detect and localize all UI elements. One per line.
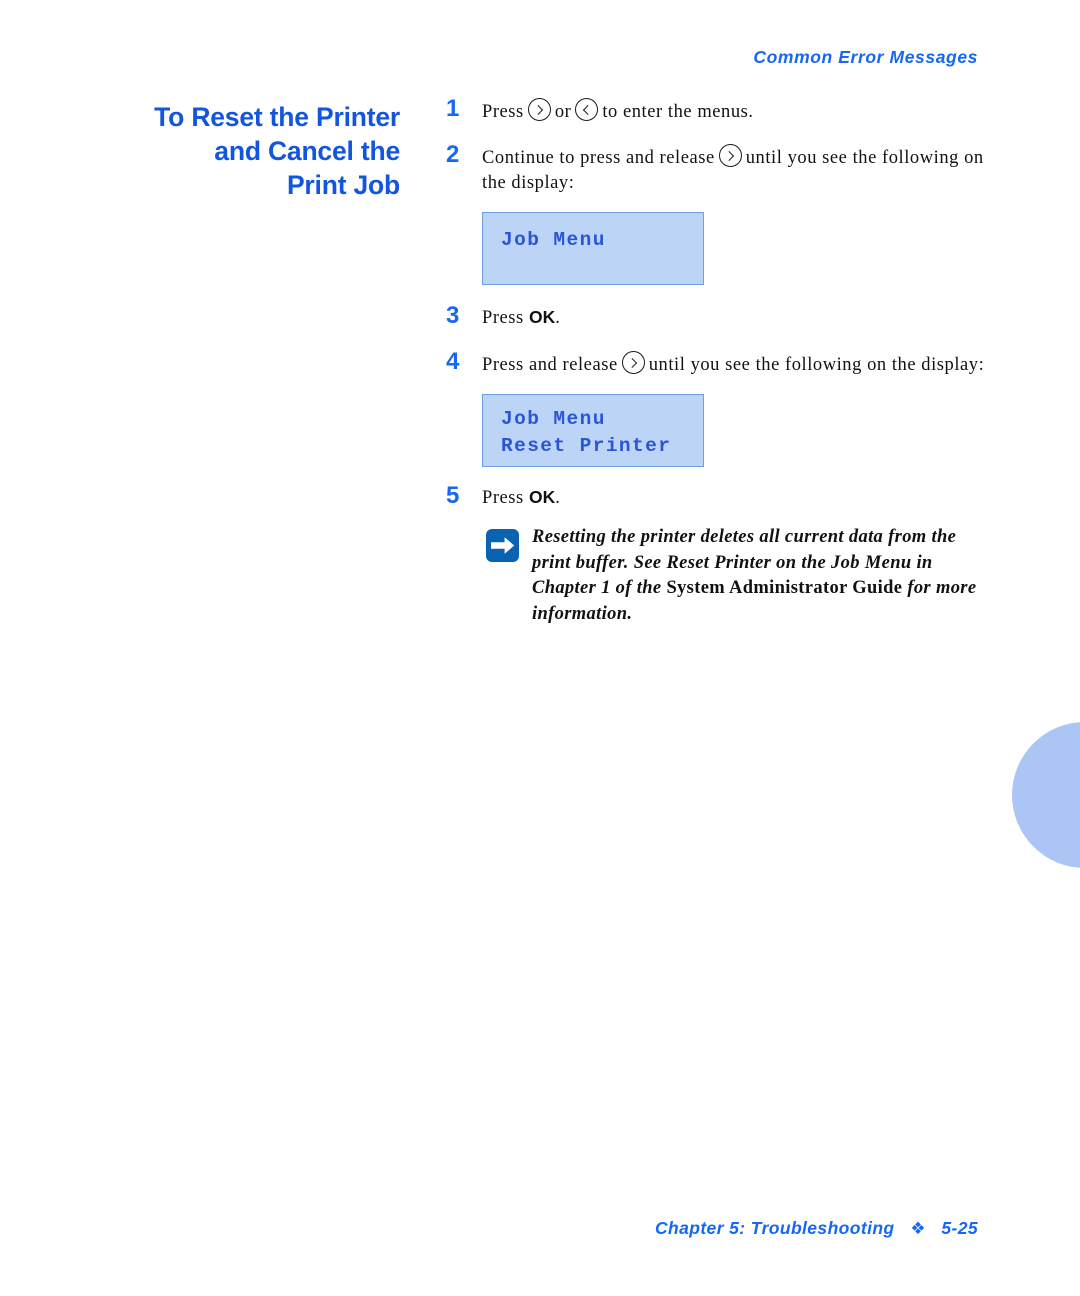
note-callout: Resetting the printer deletes all curren… <box>486 525 986 627</box>
step-text-after: until you see the following on the displ… <box>648 355 985 375</box>
procedure-step: 1 Press or to enter the menus. <box>446 96 986 125</box>
procedure-step: 3 Press OK. <box>446 303 986 331</box>
page-title-line-2: and Cancel the <box>214 136 400 166</box>
step-number: 3 <box>446 302 460 329</box>
diamond-separator-icon: ❖ <box>910 1219 926 1238</box>
step-text-before: Press and release <box>482 355 618 375</box>
side-tab-marker <box>1012 722 1080 868</box>
chevron-right-circle-icon <box>621 351 645 374</box>
step-number: 4 <box>446 348 460 375</box>
footer-chapter: Chapter 5: Troubleshooting <box>654 1218 895 1238</box>
procedure-step: 5 Press OK. <box>446 483 986 511</box>
step-number: 2 <box>446 141 460 168</box>
step-number: 1 <box>446 95 460 122</box>
procedure-step: 4 Press and release until you see the fol… <box>446 349 986 378</box>
step-text: Press and release until you see the follo… <box>482 349 986 378</box>
step-text: Continue to press and release until you s… <box>482 142 986 196</box>
chevron-left-circle-icon <box>575 98 599 121</box>
step-key-label: OK <box>529 487 556 507</box>
step-text: Press or to enter the menus. <box>482 96 986 125</box>
step-text: Press OK. <box>482 303 986 331</box>
page-title: To Reset the Printer and Cancel the Prin… <box>60 100 400 202</box>
chevron-right-circle-icon <box>718 144 742 167</box>
lcd-line-1: Job Menu <box>501 229 606 251</box>
running-header: Common Error Messages <box>753 47 978 67</box>
page-title-line-1: To Reset the Printer <box>154 102 400 132</box>
step-key-label: OK <box>529 307 556 327</box>
step-text-middle: or <box>554 102 572 122</box>
footer: Chapter 5: Troubleshooting ❖ 5-25 <box>0 1218 978 1239</box>
procedure-step: 2 Continue to press and release until you… <box>446 142 986 196</box>
note-text-guide-title: System Administrator Guide <box>666 578 903 598</box>
procedure-body: 1 Press or to enter the menus. 2 Continue … <box>446 96 986 627</box>
step-text-after: . <box>555 308 561 328</box>
lcd-line-2: Reset Printer <box>501 435 672 457</box>
step-text-after: to enter the menus. <box>602 102 754 122</box>
page-title-line-3: Print Job <box>286 170 400 200</box>
lcd-display-first: Job Menu <box>482 212 704 285</box>
chevron-right-circle-icon <box>527 98 551 121</box>
arrow-right-note-icon <box>486 529 524 562</box>
lcd-display-second: Job Menu Reset Printer <box>482 394 704 467</box>
step-text-before: Press <box>482 308 524 328</box>
step-number: 5 <box>446 482 460 509</box>
note-text: Resetting the printer deletes all curren… <box>532 525 986 627</box>
step-text-before: Press <box>482 488 524 508</box>
step-text-before: Continue to press and release <box>482 148 715 168</box>
step-text-before: Press <box>482 102 524 122</box>
step-text: Press OK. <box>482 483 986 511</box>
lcd-line-1: Job Menu <box>501 408 606 430</box>
step-text-after: . <box>555 488 561 508</box>
footer-page-number: 5-25 <box>941 1218 978 1238</box>
